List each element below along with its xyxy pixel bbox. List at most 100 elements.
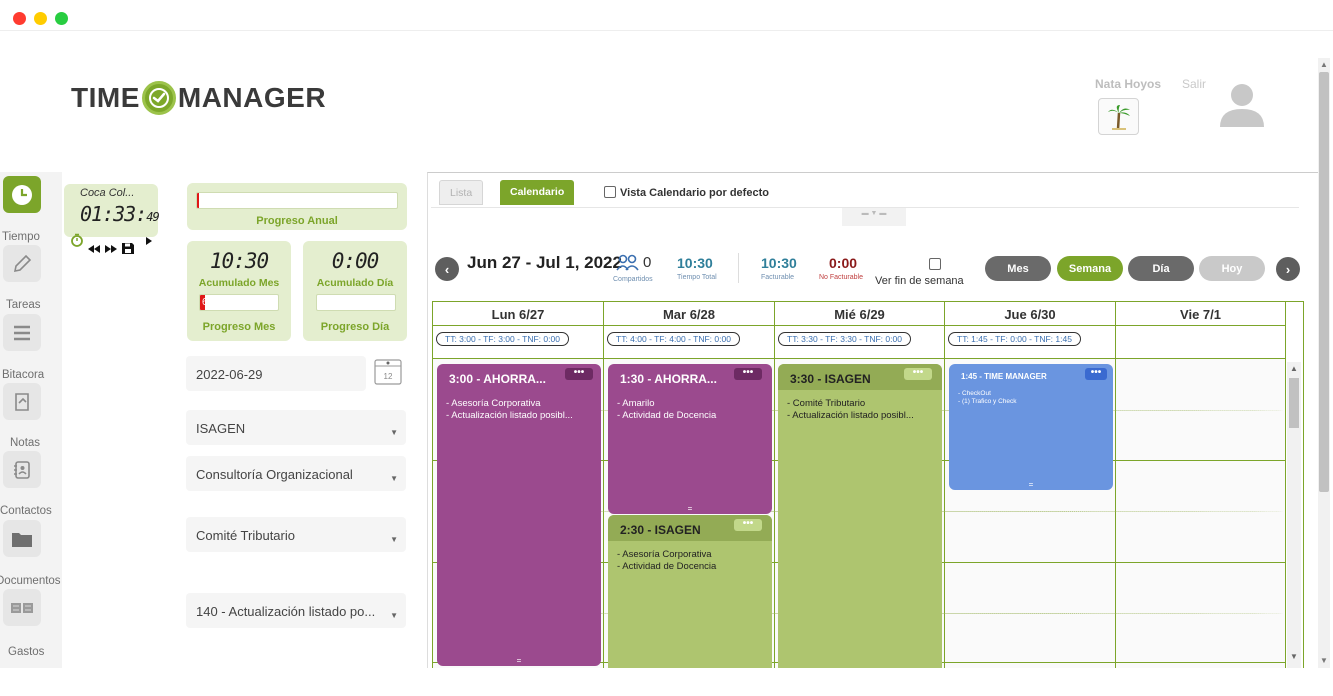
- maximize-window-button[interactable]: [55, 12, 68, 25]
- chevron-down-icon: ▼: [390, 474, 398, 483]
- scroll-down-icon[interactable]: ▼: [1320, 656, 1328, 665]
- view-day-button[interactable]: Día: [1128, 256, 1194, 281]
- shared-count: 0: [643, 254, 652, 271]
- project-select[interactable]: Comité Tributario ▼: [186, 517, 406, 552]
- next-week-button[interactable]: ›: [1276, 257, 1300, 281]
- day-accumulated-label: Acumulado Día: [316, 277, 394, 289]
- client-value: ISAGEN: [196, 421, 246, 436]
- sidebar-item-gastos[interactable]: [3, 589, 41, 626]
- shared-label: Compartidos: [613, 276, 653, 283]
- sidebar-item-notas[interactable]: [3, 383, 41, 420]
- save-icon[interactable]: [121, 242, 135, 255]
- sidebar-item-tiempo[interactable]: [3, 176, 41, 213]
- money-icon: [11, 602, 33, 613]
- scroll-down-icon[interactable]: ▼: [1290, 652, 1298, 661]
- chevron-down-icon: ▼: [390, 535, 398, 544]
- annual-progress-text: 1%: [199, 195, 214, 206]
- toolbar-collapse-handle[interactable]: ▬ ▼ ▬: [842, 208, 906, 226]
- day-progress-label: Progreso Día: [320, 321, 390, 333]
- logout-link[interactable]: Salir: [1182, 77, 1206, 91]
- timer-time: 01:33:49: [80, 202, 160, 226]
- event-resize-handle[interactable]: =: [608, 504, 772, 513]
- totals-pill: TT: 1:45 - TF: 0:00 - TNF: 1:45: [948, 332, 1081, 346]
- event-menu-button[interactable]: •••: [565, 368, 593, 380]
- sidebar-item-tareas[interactable]: [3, 245, 41, 282]
- event-menu-button[interactable]: •••: [734, 368, 762, 380]
- event-title: 3:30 - ISAGEN: [790, 372, 871, 386]
- default-view-checkbox[interactable]: [604, 186, 616, 198]
- event-menu-button[interactable]: •••: [1085, 368, 1107, 380]
- user-name[interactable]: Nata Hoyos: [1095, 77, 1161, 91]
- event-tue-isagen[interactable]: 2:30 - ISAGEN ••• - Asesoría Corporativa…: [608, 515, 772, 668]
- stopwatch-icon[interactable]: [70, 233, 84, 247]
- shared-users-icon[interactable]: [616, 254, 640, 272]
- tab-list[interactable]: Lista: [439, 180, 484, 205]
- folder-icon: [12, 532, 32, 547]
- calendar-icon[interactable]: 12: [372, 357, 404, 385]
- pencil-icon: [13, 254, 32, 272]
- event-thu-time-manager[interactable]: 1:45 - TIME MANAGER ••• - CheckOut - (1)…: [949, 364, 1113, 490]
- play-icon[interactable]: [145, 236, 153, 246]
- event-menu-button[interactable]: •••: [734, 519, 762, 531]
- event-detail: - Actividad de Docencia: [617, 561, 717, 572]
- scroll-up-icon[interactable]: ▲: [1290, 364, 1298, 373]
- scroll-up-icon[interactable]: ▲: [1320, 60, 1328, 69]
- close-window-button[interactable]: [13, 12, 26, 25]
- client-select[interactable]: ISAGEN ▼: [186, 410, 406, 445]
- event-detail: - Actividad de Docencia: [617, 410, 717, 421]
- day-header-thu: Jue 6/30: [945, 302, 1116, 326]
- chevron-left-icon: ‹: [444, 261, 450, 277]
- page-scroll-thumb[interactable]: [1319, 72, 1329, 492]
- project-value: Comité Tributario: [196, 528, 295, 543]
- service-select[interactable]: Consultoría Organizacional ▼: [186, 456, 406, 491]
- day-column-fri[interactable]: [1116, 358, 1286, 668]
- event-tue-ahorra[interactable]: 1:30 - AHORRA... ••• - Amarilo - Activid…: [608, 364, 772, 514]
- sidebar-item-contactos[interactable]: [3, 451, 41, 488]
- service-value: Consultoría Organizacional: [196, 467, 353, 482]
- month-accumulated-label: Acumulado Mes: [198, 277, 280, 289]
- event-resize-handle[interactable]: =: [949, 480, 1113, 489]
- page-scrollbar[interactable]: ▲ ▼: [1318, 58, 1330, 668]
- calendar-scroll-thumb[interactable]: [1289, 378, 1299, 428]
- date-input[interactable]: 2022-06-29: [186, 356, 366, 391]
- status-palm-button[interactable]: [1098, 98, 1139, 135]
- timer-client: Coca Col...: [80, 187, 135, 199]
- day-progress-bar: 0%: [316, 294, 396, 311]
- tab-calendar[interactable]: Calendario: [500, 180, 575, 205]
- logo-text-right: MANAGER: [177, 82, 327, 113]
- fast-forward-icon[interactable]: [104, 244, 118, 254]
- event-detail: - CheckOut: [958, 390, 991, 397]
- chevron-down-icon: ▼: [390, 428, 398, 437]
- user-avatar[interactable]: [1216, 80, 1268, 128]
- app-window: TIME MANAGER Nata Hoyos Salir ▲ ▼ Tiempo…: [0, 0, 1333, 696]
- rewind-icon[interactable]: [87, 244, 101, 254]
- clock-icon: [12, 184, 32, 205]
- stats-divider: [738, 253, 739, 283]
- event-resize-handle[interactable]: =: [437, 656, 601, 665]
- minimize-window-button[interactable]: [34, 12, 47, 25]
- prev-week-button[interactable]: ‹: [435, 257, 459, 281]
- view-week-button[interactable]: Semana: [1057, 256, 1123, 281]
- sidebar-item-documentos[interactable]: [3, 520, 41, 557]
- day-header-fri: Vie 7/1: [1116, 302, 1286, 326]
- today-button[interactable]: Hoy: [1199, 256, 1265, 281]
- totals-thu: TT: 1:45 - TF: 0:00 - TNF: 1:45: [945, 326, 1116, 358]
- sidebar-item-bitacora[interactable]: [3, 314, 41, 351]
- event-menu-button[interactable]: •••: [904, 368, 932, 380]
- active-timer[interactable]: Coca Col... 01:33:49: [64, 184, 160, 237]
- event-mon-ahorra[interactable]: 3:00 - AHORRA... ••• - Asesoría Corporat…: [437, 364, 601, 666]
- calendar-scrollbar[interactable]: ▲ ▼: [1287, 362, 1301, 668]
- event-wed-isagen[interactable]: 3:30 - ISAGEN ••• - Comité Tributario - …: [778, 364, 942, 668]
- view-month-button[interactable]: Mes: [985, 256, 1051, 281]
- sidebar-label-contactos: Contactos: [0, 505, 52, 517]
- week-grid: Lun 6/27 Mar 6/28 Mié 6/29 Jue 6/30 Vie …: [432, 301, 1304, 668]
- timer-seconds: 49: [146, 210, 159, 224]
- event-detail: - Actualización listado posibl...: [446, 410, 573, 421]
- total-time-value: 10:30: [677, 255, 713, 271]
- billable-label: Facturable: [761, 274, 795, 281]
- weekend-checkbox[interactable]: [929, 258, 941, 270]
- task-select[interactable]: 140 - Actualización listado po... ▼: [186, 593, 406, 628]
- annual-progress-bar: 1%: [196, 192, 398, 209]
- event-title: 2:30 - ISAGEN: [620, 523, 701, 537]
- list-icon: [14, 325, 30, 340]
